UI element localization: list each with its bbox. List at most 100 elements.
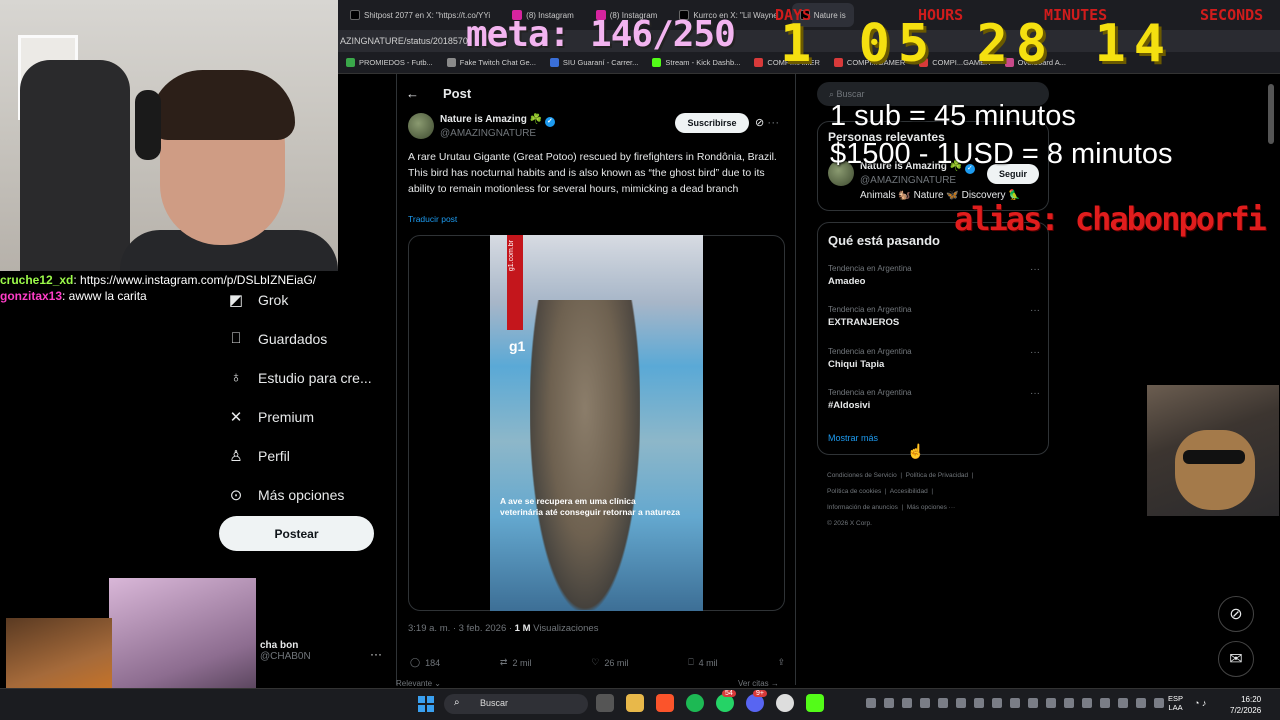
task-view-icon[interactable] — [596, 694, 614, 712]
obs-icon[interactable] — [776, 694, 794, 712]
bookmark-icon: ⎕ — [231, 330, 241, 347]
tray-icon[interactable] — [956, 698, 966, 708]
footer-link[interactable]: Información de anuncios — [827, 504, 898, 511]
heart-icon: ♡ — [591, 657, 600, 667]
tray-icon[interactable] — [1118, 698, 1128, 708]
brave-browser-icon[interactable] — [656, 694, 674, 712]
tray-icon[interactable] — [1082, 698, 1092, 708]
bookmark-favicon-icon — [446, 58, 456, 67]
webcam-gaming-chair — [20, 60, 130, 271]
capybara-sunglasses — [1183, 450, 1245, 464]
tray-icon[interactable] — [938, 698, 948, 708]
grok-float-button[interactable]: ⊘ — [1218, 596, 1254, 632]
trend-name: Amadeo — [828, 276, 866, 287]
x-logo-icon — [350, 10, 360, 20]
footer-link[interactable]: Política de cookies — [827, 488, 881, 495]
mail-icon: ✉ — [1229, 651, 1243, 668]
wifi-icon[interactable]: ◔ ♪ — [1194, 698, 1206, 708]
show-more-link[interactable]: Mostrar más — [828, 433, 878, 443]
post-more-icon[interactable]: ··· — [767, 115, 779, 129]
trend-more-icon[interactable]: ··· — [1030, 305, 1040, 316]
grok-explain-icon[interactable]: ⊘ ··· — [755, 115, 779, 129]
trend-context: Tendencia en Argentina — [828, 264, 912, 273]
post-timestamp[interactable]: 3:19 a. m. · 3 feb. 2026 · — [408, 623, 515, 634]
bookmark-label: Stream - Kick Dashb... — [665, 58, 741, 67]
tray-icon[interactable] — [974, 698, 984, 708]
bookmark-item[interactable]: SIU Guaraní - Carrer... — [549, 58, 639, 67]
tray-icon[interactable] — [1064, 698, 1074, 708]
see-quotes-link[interactable]: Ver citas → — [738, 679, 779, 688]
like-count: 26 mil — [604, 657, 629, 668]
account-more-icon[interactable]: ··· — [370, 647, 382, 661]
tray-icon[interactable] — [920, 698, 930, 708]
footer-link[interactable]: Condiciones de Servicio — [827, 472, 897, 479]
g1-watermark: g1 — [509, 338, 526, 354]
tray-icon[interactable] — [866, 698, 876, 708]
bookmark-item[interactable]: Stream - Kick Dashb... — [652, 58, 740, 67]
taskbar-search[interactable]: Buscar — [444, 694, 588, 714]
tray-icon[interactable] — [1100, 698, 1110, 708]
tray-icon[interactable] — [1010, 698, 1020, 708]
subscribe-button[interactable]: Suscribirse — [675, 113, 749, 133]
account-switcher[interactable]: cha bon @CHAB0N — [260, 640, 311, 662]
post-text: A rare Urutau Gigante (Great Potoo) resc… — [408, 151, 777, 195]
trend-more-icon[interactable]: ··· — [1030, 347, 1040, 358]
trend-item[interactable]: Tendencia en Argentina Chiqui Tapia ··· — [828, 347, 1040, 370]
language-indicator[interactable]: ESP LAA — [1168, 694, 1183, 712]
share-button[interactable]: ⇪ — [777, 657, 785, 668]
bookmark-item[interactable]: PROMIEDOS - Futb... — [346, 58, 433, 67]
taskbar-clock[interactable]: 16:20 7/2/2026 — [1230, 694, 1261, 716]
footer-link[interactable]: Accesibilidad — [890, 488, 928, 495]
tray-icon[interactable] — [1154, 698, 1164, 708]
sub-goal-overlay: meta: 146/250 — [466, 14, 736, 55]
page-title: Post — [443, 86, 472, 101]
file-explorer-icon[interactable] — [626, 694, 644, 712]
trend-item[interactable]: Tendencia en Argentina #Aldosivi ··· — [828, 388, 1040, 411]
mouse-cursor-icon: ☝ — [907, 443, 925, 459]
page-scrollbar[interactable] — [1268, 84, 1274, 144]
windows-start-icon[interactable] — [418, 696, 434, 712]
tray-icon[interactable] — [884, 698, 894, 708]
sidebar-item-more-options[interactable]: ⊙ Más opciones — [228, 475, 378, 514]
kick-icon[interactable] — [806, 694, 824, 712]
post-header: ← Post — [406, 86, 471, 101]
relevant-handle: @AMAZINGNATURE — [860, 175, 957, 186]
taskbar-search-label: Buscar — [480, 698, 509, 708]
sidebar-item-studio[interactable]: ♁ Estudio para cre... — [228, 358, 378, 397]
studio-icon: ♁ — [230, 369, 242, 386]
spotify-icon[interactable] — [686, 694, 704, 712]
trend-more-icon[interactable]: ··· — [1030, 264, 1040, 275]
sidebar-item-grok[interactable]: ◩ Grok — [228, 280, 378, 319]
reply-icon: ◯ — [410, 657, 421, 667]
sidebar-item-perfil[interactable]: ♙ Perfil — [228, 436, 378, 475]
trend-item[interactable]: Tendencia en Argentina EXTRANJEROS ··· — [828, 305, 1040, 328]
bookmark-button[interactable]: ⎕ 4 mil — [688, 657, 717, 668]
author-avatar[interactable] — [408, 113, 434, 139]
back-arrow-icon[interactable]: ← — [406, 86, 419, 101]
sidebar-item-premium[interactable]: ✕ Premium — [228, 397, 378, 436]
more-circle-icon: ⊙ — [229, 486, 243, 504]
language-code: ESP — [1168, 694, 1184, 703]
footer-link[interactable]: Más opciones ··· — [907, 504, 955, 511]
translate-post-link[interactable]: Traducir post — [408, 214, 457, 224]
trend-more-icon[interactable]: ··· — [1030, 388, 1040, 399]
tray-icon[interactable] — [992, 698, 1002, 708]
sidebar-item-label: Perfil — [258, 447, 290, 464]
sidebar-item-guardados[interactable]: ⎕ Guardados — [228, 319, 378, 358]
views-count: 1 M — [514, 623, 531, 634]
tray-icon[interactable] — [1028, 698, 1038, 708]
footer-link[interactable]: Política de Privacidad — [906, 472, 969, 479]
tray-icon[interactable] — [1046, 698, 1056, 708]
reply-button[interactable]: ◯ 184 — [410, 657, 440, 668]
trend-item[interactable]: Tendencia en Argentina Amadeo ··· — [828, 264, 1040, 287]
bookmark-item[interactable]: Fake Twitch Chat Ge... — [446, 58, 536, 67]
post-author[interactable]: Nature is Amazing ☘️ ✓ @AMAZINGNATURE — [440, 113, 555, 140]
bookmark-label: SIU Guaraní - Carrer... — [562, 58, 639, 67]
tray-icon[interactable] — [1136, 698, 1146, 708]
reply-sort-dropdown[interactable]: Relevante ⌄ — [396, 679, 441, 688]
tray-icon[interactable] — [902, 698, 912, 708]
repost-button[interactable]: ⇄ 2 mil — [500, 657, 532, 668]
messages-button[interactable]: ✉ — [1218, 641, 1254, 677]
like-button[interactable]: ♡ 26 mil — [591, 657, 628, 668]
post-button[interactable]: Postear — [219, 516, 374, 551]
